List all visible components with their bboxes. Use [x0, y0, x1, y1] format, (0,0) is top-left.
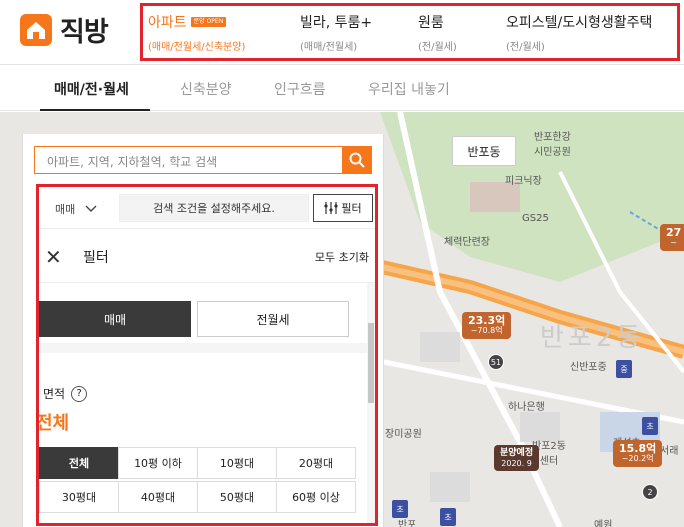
price-marker[interactable]: 15.8억 ~20.2억 [613, 440, 663, 467]
map-label-gs25: GS25 [522, 213, 549, 224]
area-option-60-plus[interactable]: 60평 이상 [276, 481, 356, 513]
map-label-picnic: 피크닉장 [505, 176, 542, 187]
filter-section: 매매 검색 조건을 설정해주세요. 필터 ✕ 필터 모두 초기화 매매 전월세 … [36, 184, 378, 526]
school-flag-icon[interactable]: 초 [392, 500, 408, 518]
sliders-icon [324, 202, 338, 214]
area-label: 면적 ? [43, 385, 88, 402]
deal-type-select[interactable]: 매매 [47, 196, 117, 222]
tab-trade-rent[interactable]: 매매/전·월세 [54, 79, 129, 99]
area-option-20s[interactable]: 20평대 [276, 447, 356, 479]
filter-scroll-area[interactable]: 매매 전월세 면적 ? 전체 전체 10평 이하 10평대 20평대 30평대 … [36, 283, 375, 523]
nav-oneroom[interactable]: 원룸 (전/월세) [418, 12, 457, 53]
map-label-jangmi: 장미공원 [385, 429, 422, 440]
nav-apartment[interactable]: 아파트 분양 OPEN (매매/전월세/신축분양) [148, 12, 245, 53]
nav-officetel[interactable]: 오피스텔/도시형생활주택 (전/월세) [506, 12, 652, 53]
map-label-stadium: 체력단련장 [444, 237, 490, 248]
filter-title: 필터 [83, 250, 109, 266]
search-input[interactable]: 아파트, 지역, 지하철역, 학교 검색 [34, 146, 372, 174]
filter-scrollbar[interactable] [367, 283, 375, 523]
presale-open-badge: 분양 OPEN [190, 17, 227, 27]
location-chip[interactable]: 반포동 [452, 136, 516, 166]
section-divider [39, 343, 367, 353]
reset-all-button[interactable]: 모두 초기화 [315, 249, 369, 265]
map-label-yewon: 예원 [594, 520, 613, 527]
search-filter-panel: 아파트, 지역, 지하철역, 학교 검색 매매 검색 조건을 설정해주세요. 필… [22, 134, 384, 527]
search-placeholder: 아파트, 지역, 지하철역, 학교 검색 [47, 155, 218, 169]
chevron-down-icon [85, 205, 97, 212]
nav-officetel-sub: (전/월세) [506, 42, 545, 53]
nav-villa-label: 빌라, 투룸+ [300, 15, 373, 31]
filter-bar: 매매 검색 조건을 설정해주세요. 필터 [39, 187, 375, 229]
school-flag-icon[interactable]: 초 [642, 417, 658, 435]
house-logo-icon [20, 13, 52, 46]
filter-button-label: 필터 [341, 202, 362, 215]
area-option-under-10[interactable]: 10평 이하 [118, 447, 198, 479]
area-option-10s[interactable]: 10평대 [197, 447, 277, 479]
area-option-30s[interactable]: 30평대 [39, 481, 119, 513]
nav-villa[interactable]: 빌라, 투룸+ (매매/전월세) [300, 12, 372, 53]
help-icon[interactable]: ? [71, 385, 88, 402]
nav-oneroom-sub: (전/월세) [418, 42, 457, 53]
nav-apartment-sub: (매매/전월세/신축분양) [148, 42, 246, 53]
presale-marker[interactable]: 분양예정 2020. 9 [494, 445, 540, 472]
area-option-40s[interactable]: 40평대 [118, 481, 198, 513]
category-nav: 아파트 분양 OPEN (매매/전월세/신축분양) 빌라, 투룸+ (매매/전월세… [140, 3, 680, 61]
filter-button[interactable]: 필터 [313, 194, 373, 222]
presale-marker-label: 분양예정 [500, 448, 534, 458]
zigbang-logo[interactable]: 직방 [18, 10, 109, 49]
school-flag-icon[interactable]: 중 [616, 360, 632, 378]
nav-villa-sub: (매매/전월세) [300, 42, 358, 53]
brand-name: 직방 [60, 17, 109, 48]
complex-count-badge[interactable]: 2 [642, 484, 658, 500]
price-marker-range: ~ [670, 238, 677, 248]
toggle-sale-button[interactable]: 매매 [39, 301, 191, 337]
map-label-hana: 하나은행 [508, 402, 545, 413]
complex-count-badge[interactable]: 51 [488, 354, 504, 370]
price-marker[interactable]: 27 ~ [660, 224, 684, 251]
district-label: 반포2동 [540, 323, 645, 353]
map-label-hangang-park: 반포한강 시민공원 [534, 132, 571, 158]
search-button[interactable] [342, 146, 372, 174]
price-marker[interactable]: 23.3억 ~70.8억 [462, 312, 512, 339]
toggle-rent-button[interactable]: 전월세 [197, 301, 349, 337]
area-label-text: 면적 [43, 387, 66, 401]
tab-new-presale[interactable]: 신축분양 [180, 79, 232, 99]
search-icon [349, 152, 365, 168]
nav-officetel-label: 오피스텔/도시형생활주택 [506, 15, 653, 31]
map-label-seorae: 서래 [660, 446, 679, 457]
area-selected-value: 전체 [36, 413, 70, 434]
scrollbar-thumb[interactable] [368, 323, 374, 403]
condition-summary[interactable]: 검색 조건을 설정해주세요. [119, 194, 309, 222]
tab-population[interactable]: 인구흐름 [274, 79, 326, 99]
school-flag-icon[interactable]: 초 [440, 508, 456, 526]
close-icon[interactable]: ✕ [45, 245, 62, 269]
map-label-sinban: 신반포중 [570, 362, 607, 373]
nav-oneroom-label: 원룸 [418, 15, 444, 31]
area-option-all[interactable]: 전체 [39, 447, 119, 479]
tab-list-my-home[interactable]: 우리집 내놓기 [368, 79, 450, 99]
area-option-50s[interactable]: 50평대 [197, 481, 277, 513]
deal-type-value: 매매 [55, 203, 76, 216]
price-marker-range: ~20.2억 [621, 454, 654, 464]
price-marker-range: ~70.8억 [470, 326, 503, 336]
sub-tabs: 매매/전·월세 신축분양 인구흐름 우리집 내놓기 [0, 65, 684, 111]
nav-apartment-label: 아파트 [148, 15, 187, 31]
filter-header: ✕ 필터 모두 초기화 [39, 229, 375, 283]
top-header: 직방 아파트 분양 OPEN (매매/전월세/신축분양) 빌라, 투룸+ (매매/… [0, 0, 684, 65]
presale-marker-date: 2020. 9 [501, 458, 532, 468]
active-tab-underline [40, 109, 150, 111]
